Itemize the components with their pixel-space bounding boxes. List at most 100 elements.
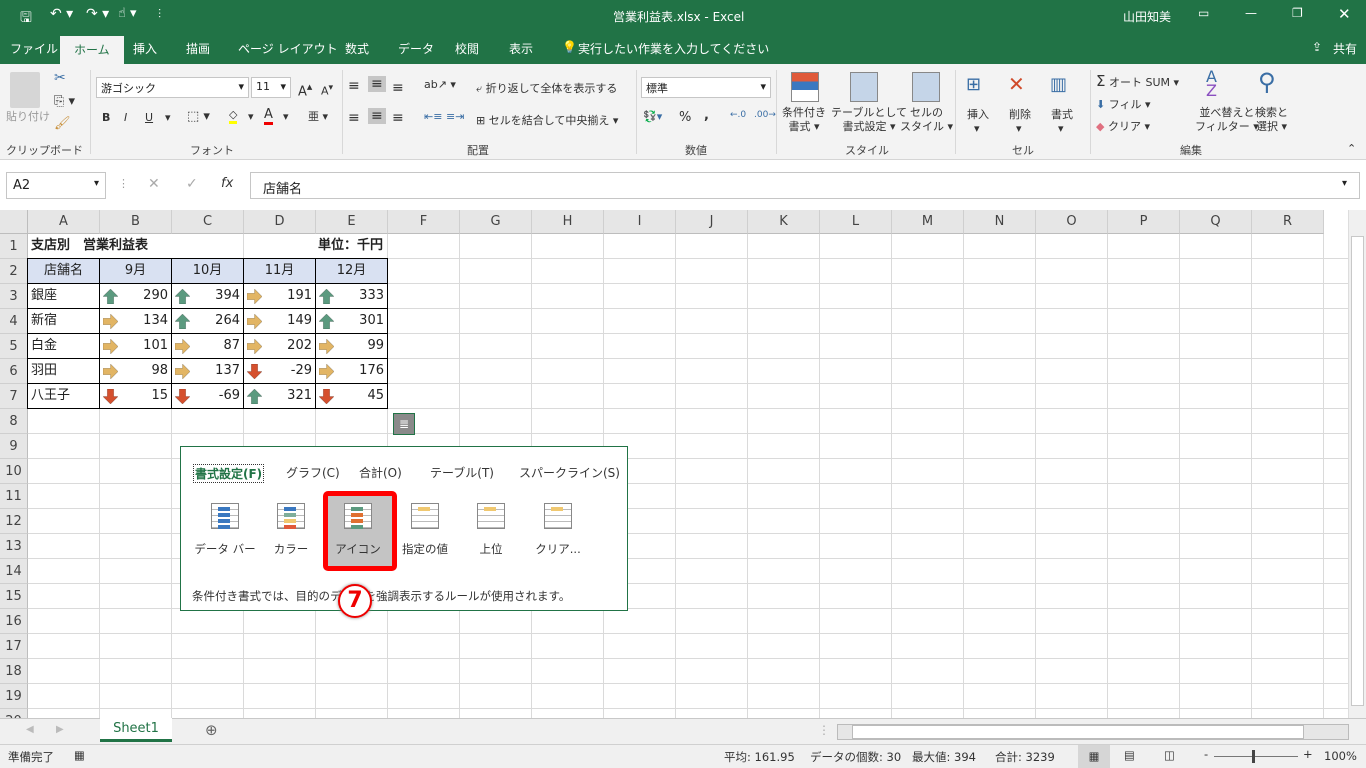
currency-icon[interactable]: 💱▾ — [643, 110, 662, 123]
column-header[interactable]: E — [316, 210, 388, 234]
value-cell[interactable]: 134 — [99, 308, 172, 334]
select-all-button[interactable] — [0, 210, 28, 234]
formula-input[interactable]: 店舗名 ▾ — [250, 172, 1360, 199]
align-bottom-icon[interactable]: ≡ — [392, 80, 404, 96]
qa-tab-sparklines[interactable]: スパークライン(S) — [519, 464, 620, 481]
value-cell[interactable]: 301 — [315, 308, 388, 334]
qa-button-color-scale[interactable]: カラー — [259, 497, 323, 567]
tab-page-layout[interactable]: ページ レイアウト — [238, 40, 338, 57]
share-button[interactable]: 共有 — [1333, 40, 1357, 57]
column-header[interactable]: I — [604, 210, 676, 234]
format-painter-icon[interactable]: 🖌 — [54, 116, 71, 131]
borders-icon[interactable]: ⬚ ▾ — [187, 109, 210, 124]
zoom-in-icon[interactable]: + — [1303, 747, 1313, 761]
value-cell[interactable]: 202 — [243, 333, 316, 359]
unit-cell[interactable]: 単位：千円 — [244, 234, 386, 260]
value-cell[interactable]: 87 — [171, 333, 244, 359]
row-header[interactable]: 18 — [0, 659, 28, 684]
ribbon-display-icon[interactable]: ▭ — [1198, 6, 1209, 20]
orientation-icon[interactable]: ab↗ ▾ — [424, 78, 456, 91]
value-cell[interactable]: 99 — [315, 333, 388, 359]
font-size-select[interactable]: 11 ▾ — [251, 77, 291, 98]
header-cell[interactable]: 12月 — [315, 258, 388, 284]
tab-file[interactable]: ファイル — [10, 40, 58, 57]
tab-draw[interactable]: 描画 — [186, 40, 210, 57]
value-cell[interactable]: 191 — [243, 283, 316, 309]
user-name[interactable]: 山田知美 — [1123, 8, 1171, 25]
share-icon[interactable]: ⇪ — [1312, 40, 1322, 54]
zoom-slider-handle[interactable] — [1252, 750, 1255, 763]
align-center-icon[interactable]: ≡ — [368, 108, 386, 124]
minimize-icon[interactable]: — — [1245, 6, 1257, 20]
tab-review[interactable]: 校閲 — [455, 40, 479, 57]
tab-data[interactable]: データ — [398, 40, 434, 57]
store-cell[interactable]: 新宿 — [27, 308, 100, 334]
row-header[interactable]: 8 — [0, 409, 28, 434]
column-header[interactable]: R — [1252, 210, 1324, 234]
delete-cells-button[interactable]: 削除 ▾ — [1009, 106, 1031, 135]
find-select-button[interactable]: 検索と 選択 ▾ — [1255, 106, 1288, 134]
comma-button[interactable]: , — [704, 108, 709, 123]
value-cell[interactable]: 333 — [315, 283, 388, 309]
tab-formulas[interactable]: 数式 — [345, 40, 369, 57]
zoom-out-icon[interactable]: - — [1204, 747, 1208, 761]
column-header[interactable]: K — [748, 210, 820, 234]
tab-view[interactable]: 表示 — [509, 40, 533, 57]
row-header[interactable]: 4 — [0, 309, 28, 334]
normal-view-icon[interactable]: ▦ — [1078, 745, 1110, 768]
header-cell[interactable]: 10月 — [171, 258, 244, 284]
cut-icon[interactable]: ✂ — [54, 70, 66, 86]
underline-button[interactable]: U — [145, 111, 153, 124]
collapse-ribbon-icon[interactable]: ⌃ — [1347, 142, 1356, 155]
sort-filter-button[interactable]: 並べ替えと フィルター ▾ — [1195, 106, 1259, 134]
row-header[interactable]: 14 — [0, 559, 28, 584]
cell-styles-button[interactable]: セルの スタイル ▾ — [900, 106, 953, 134]
paste-button[interactable]: 貼り付け — [6, 108, 50, 124]
qa-button-greater-than[interactable]: 指定の値 — [393, 497, 457, 567]
redo-icon[interactable]: ↷ ▾ — [86, 6, 109, 22]
row-header[interactable]: 2 — [0, 259, 28, 284]
sheet-tab-sheet1[interactable]: Sheet1 — [100, 718, 172, 742]
qa-tab-totals[interactable]: 合計(O) — [359, 464, 402, 481]
horizontal-scrollbar[interactable] — [837, 724, 1349, 740]
store-cell[interactable]: 羽田 — [27, 358, 100, 384]
macro-record-icon[interactable]: ▦ — [74, 748, 85, 762]
font-name-select[interactable]: 游ゴシック ▾ — [96, 77, 249, 98]
row-header[interactable]: 19 — [0, 684, 28, 709]
row-header[interactable]: 10 — [0, 459, 28, 484]
column-header[interactable]: G — [460, 210, 532, 234]
zoom-slider[interactable] — [1214, 756, 1298, 757]
prev-sheet-icon[interactable]: ◀ — [26, 724, 34, 735]
status-average[interactable]: 平均: 161.95 — [724, 749, 795, 765]
italic-button[interactable]: I — [124, 111, 127, 124]
value-cell[interactable]: 176 — [315, 358, 388, 384]
undo-icon[interactable]: ↶ ▾ — [50, 6, 73, 22]
copy-icon[interactable]: ⎘ ▾ — [54, 94, 75, 109]
tab-home[interactable]: ホーム — [60, 36, 124, 64]
header-cell[interactable]: 11月 — [243, 258, 316, 284]
row-header[interactable]: 7 — [0, 384, 28, 409]
column-header[interactable]: P — [1108, 210, 1180, 234]
qa-tab-tables[interactable]: テーブル(T) — [430, 464, 494, 481]
column-header[interactable]: D — [244, 210, 316, 234]
store-cell[interactable]: 八王子 — [27, 383, 100, 409]
row-header[interactable]: 6 — [0, 359, 28, 384]
column-header[interactable]: H — [532, 210, 604, 234]
align-left-icon[interactable]: ≡ — [348, 110, 360, 126]
qa-button-data-bars[interactable]: データ バー — [193, 497, 257, 567]
column-header[interactable]: O — [1036, 210, 1108, 234]
column-header[interactable]: A — [28, 210, 100, 234]
close-icon[interactable]: ✕ — [1338, 5, 1351, 23]
row-header[interactable]: 16 — [0, 609, 28, 634]
tab-insert[interactable]: 挿入 — [133, 40, 157, 57]
qa-button-clear-format[interactable]: クリア... — [526, 497, 590, 567]
increase-font-icon[interactable]: A▴ — [298, 80, 312, 99]
save-icon[interactable]: 🖫 — [20, 7, 32, 31]
column-header[interactable]: N — [964, 210, 1036, 234]
value-cell[interactable]: 264 — [171, 308, 244, 334]
tell-me-search[interactable]: 実行したい作業を入力してください — [578, 40, 769, 57]
zoom-level[interactable]: 100% — [1324, 749, 1357, 763]
page-break-view-icon[interactable]: ◫ — [1164, 748, 1175, 762]
column-header[interactable]: M — [892, 210, 964, 234]
value-cell[interactable]: -29 — [243, 358, 316, 384]
